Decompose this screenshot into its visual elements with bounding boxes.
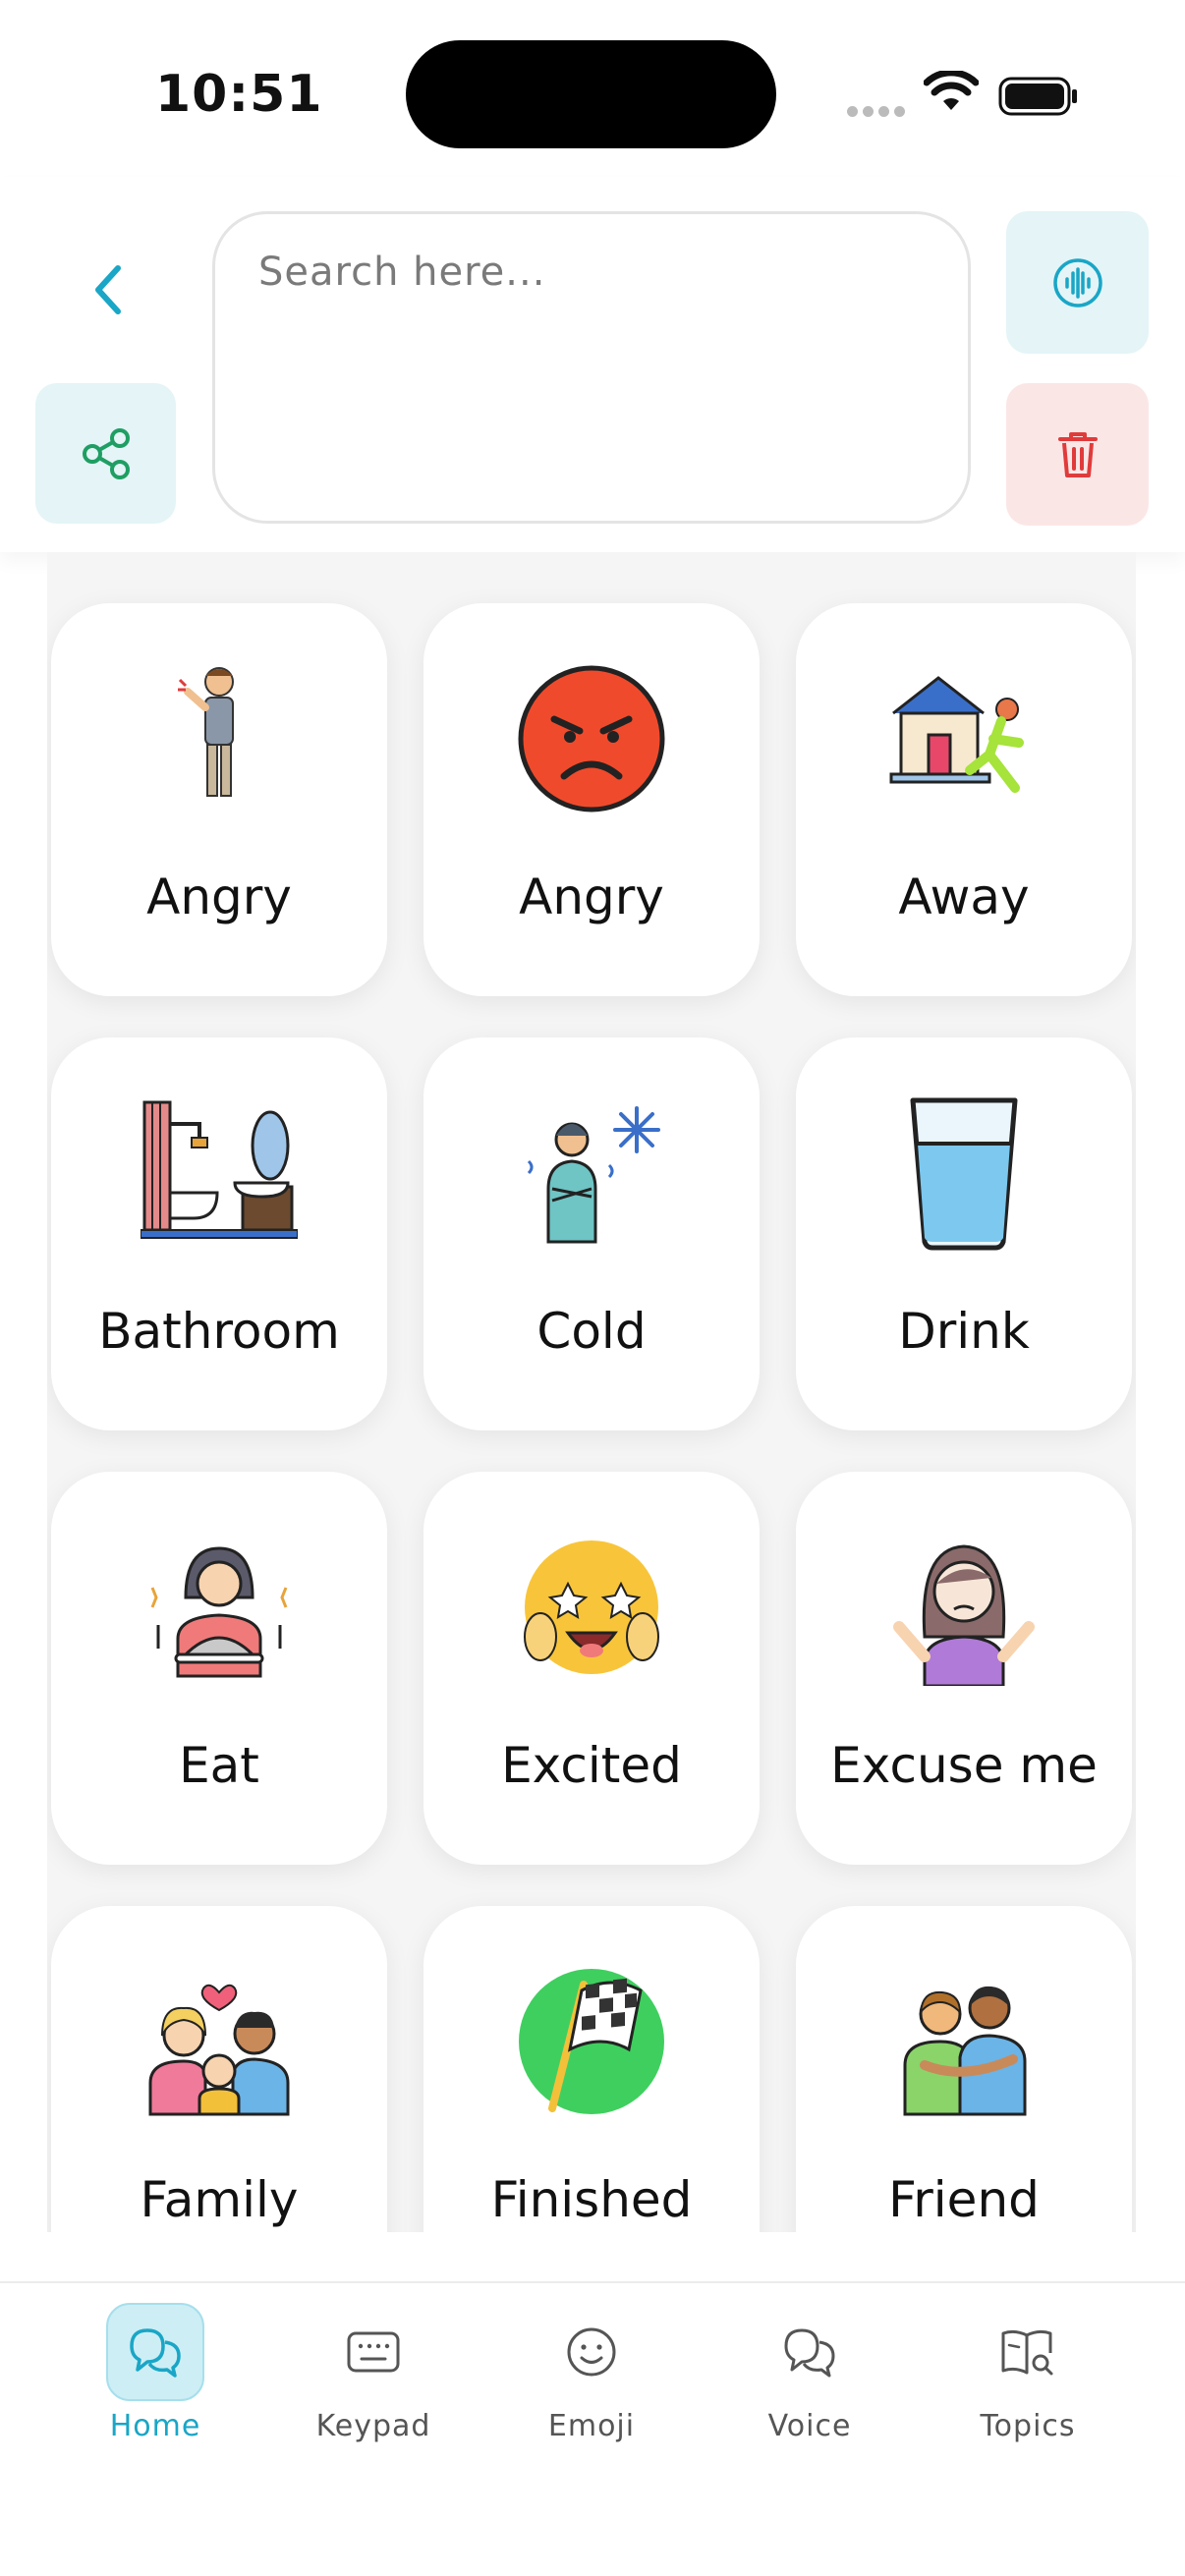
dynamic-island (406, 40, 776, 148)
signal-dots-icon (847, 102, 910, 121)
tile-friend[interactable]: Friend (796, 1906, 1132, 2232)
wifi-icon (924, 71, 979, 110)
share-icon (82, 427, 130, 479)
status-time: 10:51 (155, 65, 323, 124)
search-input[interactable] (258, 250, 925, 295)
keyboard-icon (324, 2303, 423, 2401)
share-button[interactable] (35, 383, 176, 524)
header (0, 177, 1185, 552)
tile-excuse-me[interactable]: Excuse me (796, 1472, 1132, 1865)
tile-label: Excited (501, 1737, 682, 1794)
friends-icon (903, 1986, 1027, 2116)
bottom-nav: Home Keypad Emoji Voice Topics (0, 2281, 1185, 2576)
voice-button[interactable] (1006, 211, 1149, 354)
voice-wave-icon (1052, 257, 1102, 308)
running-away-icon (889, 676, 1024, 793)
nav-keypad[interactable]: Keypad (275, 2303, 472, 2460)
back-button[interactable] (69, 251, 147, 329)
tile-excited[interactable]: Excited (423, 1472, 760, 1865)
tile-label: Bathroom (98, 1303, 340, 1360)
chevron-left-icon (95, 265, 121, 314)
tile-drink[interactable]: Drink (796, 1037, 1132, 1430)
checkered-flag-icon (519, 1969, 664, 2114)
nav-home[interactable]: Home (57, 2303, 254, 2460)
tile-label: Away (898, 868, 1030, 925)
tile-label: Excuse me (830, 1737, 1098, 1794)
tile-label: Angry (519, 868, 664, 925)
tile-label: Cold (536, 1303, 647, 1360)
tile-angry-person[interactable]: Angry (51, 603, 387, 996)
chat-bubbles-icon (106, 2303, 204, 2401)
excited-emoji-icon (524, 1540, 659, 1674)
tile-label: Friend (888, 2171, 1040, 2228)
glass-of-water-icon (910, 1097, 1018, 1251)
nav-label: Home (109, 2409, 201, 2443)
tile-family[interactable]: Family (51, 1906, 387, 2232)
delete-button[interactable] (1006, 383, 1149, 526)
nav-voice[interactable]: Voice (711, 2303, 908, 2460)
tile-label: Angry (146, 868, 292, 925)
nav-emoji[interactable]: Emoji (493, 2303, 690, 2460)
eating-girl-icon (150, 1546, 288, 1678)
angry-person-icon (178, 667, 234, 797)
tile-label: Family (140, 2171, 299, 2228)
nav-label: Emoji (547, 2409, 636, 2443)
book-search-icon (979, 2303, 1077, 2401)
tile-label: Finished (490, 2171, 693, 2228)
speech-bubbles-icon (761, 2303, 859, 2401)
cold-person-icon (527, 1106, 660, 1244)
family-icon (148, 1984, 290, 2116)
smiley-icon (542, 2303, 641, 2401)
tile-bathroom[interactable]: Bathroom (51, 1037, 387, 1430)
search-field[interactable] (212, 211, 971, 524)
tile-angry-face[interactable]: Angry (423, 603, 760, 996)
tile-eat[interactable]: Eat (51, 1472, 387, 1865)
trash-icon (1057, 431, 1098, 477)
tile-label: Drink (898, 1303, 1030, 1360)
shrugging-girl-icon (893, 1544, 1035, 1686)
tile-finished[interactable]: Finished (423, 1906, 760, 2232)
nav-topics[interactable]: Topics (930, 2303, 1126, 2460)
nav-label: Keypad (315, 2409, 431, 2443)
status-bar: 10:51 (0, 0, 1185, 177)
tile-cold[interactable]: Cold (423, 1037, 760, 1430)
phrase-grid: Angry Angry Away Bathroom Cold Drink Eat… (47, 552, 1136, 2232)
tile-away[interactable]: Away (796, 603, 1132, 996)
nav-label: Voice (767, 2409, 852, 2443)
tile-label: Eat (179, 1737, 259, 1794)
bathroom-icon (141, 1100, 298, 1239)
nav-label: Topics (980, 2409, 1076, 2443)
battery-icon (998, 77, 1077, 116)
angry-face-icon (518, 665, 665, 812)
